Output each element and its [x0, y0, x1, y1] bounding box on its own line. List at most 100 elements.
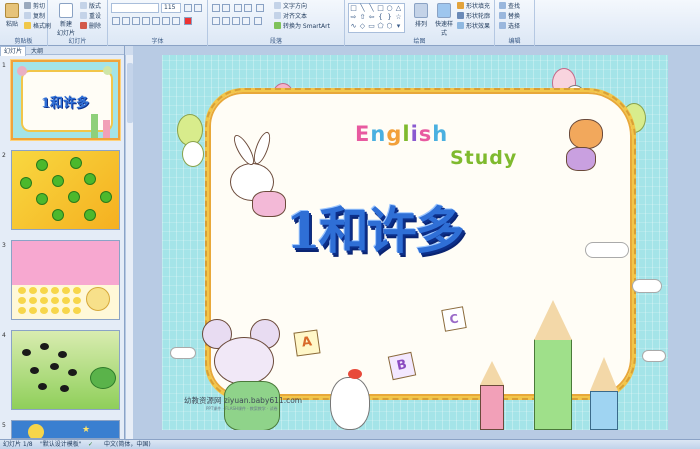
paste-button[interactable]: 粘贴 — [2, 3, 22, 28]
drawing-group: □ ╲ ╲ □ ○ △ ⇨ ⇧ ⇦{} ☆ ∿ ◇ ▭ ⬠ ⬡ ▾ 排列 快速样式 形状填充 形状轮廓 形… — [345, 0, 495, 46]
slide-thumbnail-4[interactable] — [11, 330, 120, 410]
chicken-comb — [348, 369, 362, 379]
quick-styles-button[interactable]: 快速样式 — [433, 3, 455, 37]
pane-tabs: 幻灯片 大纲 — [0, 46, 124, 56]
slide-thumbnail-5[interactable]: ★ — [11, 420, 120, 439]
arrow-up-shape-icon[interactable]: ⇧ — [358, 13, 367, 22]
delete-slide-button[interactable]: 删除 — [80, 22, 101, 31]
align-center-icon[interactable] — [222, 17, 230, 25]
slide-number: 2 — [2, 152, 6, 159]
replace-button[interactable]: 替换 — [499, 12, 520, 21]
diamond-shape-icon[interactable]: ◇ — [358, 22, 367, 31]
align-right-icon[interactable] — [232, 17, 240, 25]
chick-shape — [51, 297, 59, 304]
strikethrough-icon[interactable] — [142, 17, 150, 25]
slide-thumbnail-2[interactable] — [11, 150, 120, 230]
oval-shape-icon[interactable]: ○ — [385, 4, 394, 13]
shape-fill-button[interactable]: 形状填充 — [457, 2, 490, 11]
mouse-head — [214, 337, 274, 385]
slide-title[interactable]: 1和许多 — [286, 191, 465, 263]
shadow-icon[interactable] — [152, 17, 160, 25]
font-size-select[interactable]: 115 — [161, 3, 181, 13]
rect-shape-icon[interactable]: □ — [349, 4, 358, 13]
group-label-paragraph: 段落 — [269, 38, 282, 45]
callout-shape-icon[interactable]: ▭ — [367, 22, 376, 31]
smartart-button[interactable]: 转换为 SmartArt — [274, 22, 330, 31]
hex-shape-icon[interactable]: ⬡ — [385, 22, 394, 31]
shape-outline-button[interactable]: 形状轮廓 — [457, 12, 490, 21]
letter-card-c: C — [441, 306, 467, 332]
new-slide-button[interactable]: 新建 幻灯片 — [54, 3, 78, 37]
triangle-shape-icon[interactable]: △ — [394, 4, 403, 13]
arrow-left-shape-icon[interactable]: ⇦ — [367, 13, 376, 22]
select-icon — [499, 22, 506, 29]
ribbon: 粘贴 剪切 复制 格式刷 剪贴板 新建 幻灯片 版式 重设 删除 幻灯片 115… — [0, 0, 700, 46]
change-case-icon[interactable] — [172, 17, 180, 25]
language-indicator[interactable]: 中文(简体，中国) — [104, 440, 151, 449]
slide-thumbnail-3[interactable] — [11, 240, 120, 320]
slide-thumbnail-1[interactable]: 1和许多 — [11, 60, 120, 140]
pane-scrollbar[interactable] — [125, 55, 133, 439]
tab-slides[interactable]: 幻灯片 — [0, 46, 27, 56]
align-left-icon[interactable] — [212, 17, 220, 25]
arrange-button[interactable]: 排列 — [411, 3, 431, 28]
slide-canvas[interactable]: English Study 1和许多 A B C 幼教资源网 ziyuan.ba… — [162, 55, 668, 430]
apple-shape — [70, 157, 82, 169]
star-icon: ★ — [82, 425, 91, 435]
flow-shape-icon[interactable]: ⬠ — [376, 22, 385, 31]
bullets-icon[interactable] — [212, 4, 220, 12]
scissors-icon — [24, 2, 31, 9]
grow-font-icon[interactable] — [184, 4, 192, 12]
select-button[interactable]: 选择 — [499, 22, 520, 31]
underline-icon[interactable] — [132, 17, 140, 25]
star-shape-icon[interactable]: ☆ — [394, 13, 403, 22]
shape-effects-button[interactable]: 形状效果 — [457, 22, 490, 31]
line-shape-icon[interactable]: ╲ — [358, 4, 367, 13]
english-heading: English — [355, 122, 448, 146]
increase-indent-icon[interactable] — [244, 4, 252, 12]
font-color-icon[interactable] — [184, 17, 192, 25]
justify-icon[interactable] — [242, 17, 250, 25]
curve-shape-icon[interactable]: ∿ — [349, 22, 358, 31]
italic-icon[interactable] — [122, 17, 130, 25]
text-direction-button[interactable]: 文字方向 — [274, 2, 307, 11]
slide-number: 4 — [2, 332, 6, 339]
pencil-shape — [103, 120, 110, 138]
copy-button[interactable]: 复制 — [24, 12, 45, 21]
chick-shape — [73, 307, 81, 314]
paste-icon — [5, 3, 19, 18]
font-family-select[interactable] — [111, 3, 159, 13]
cat-head — [569, 119, 603, 149]
chick-shape — [40, 307, 48, 314]
bold-icon[interactable] — [112, 17, 120, 25]
rect2-shape-icon[interactable]: □ — [376, 4, 385, 13]
numbering-icon[interactable] — [222, 4, 230, 12]
columns-icon[interactable] — [254, 17, 262, 25]
shrink-font-icon[interactable] — [194, 4, 202, 12]
tadpole-shape — [50, 363, 59, 370]
balloon-shape — [17, 66, 27, 76]
check-icon[interactable]: ✓ — [88, 440, 93, 449]
format-painter-button[interactable]: 格式刷 — [24, 22, 51, 31]
tadpole-shape — [38, 383, 47, 390]
arrow-shape-icon[interactable]: ⇨ — [349, 13, 358, 22]
letter-card-b: B — [387, 351, 417, 381]
group-label-font: 字体 — [151, 38, 164, 45]
cut-button[interactable]: 剪切 — [24, 2, 45, 11]
line2-shape-icon[interactable]: ╲ — [367, 4, 376, 13]
pencil-tip — [480, 361, 504, 385]
line-spacing-icon[interactable] — [256, 4, 264, 12]
brace-shape-icon[interactable]: { — [376, 13, 385, 22]
find-button[interactable]: 查找 — [499, 2, 520, 11]
shapes-gallery[interactable]: □ ╲ ╲ □ ○ △ ⇨ ⇧ ⇦{} ☆ ∿ ◇ ▭ ⬠ ⬡ ▾ — [348, 3, 405, 33]
decrease-indent-icon[interactable] — [234, 4, 242, 12]
layout-button[interactable]: 版式 — [80, 2, 101, 11]
brace2-shape-icon[interactable]: } — [385, 13, 394, 22]
chick-shape — [51, 307, 59, 314]
more-shape-icon[interactable]: ▾ — [394, 22, 403, 31]
reset-button[interactable]: 重设 — [80, 12, 101, 21]
char-spacing-icon[interactable] — [162, 17, 170, 25]
pencil-shape — [534, 339, 572, 430]
align-text-button[interactable]: 对齐文本 — [274, 12, 307, 21]
tab-outline[interactable]: 大纲 — [28, 47, 46, 56]
